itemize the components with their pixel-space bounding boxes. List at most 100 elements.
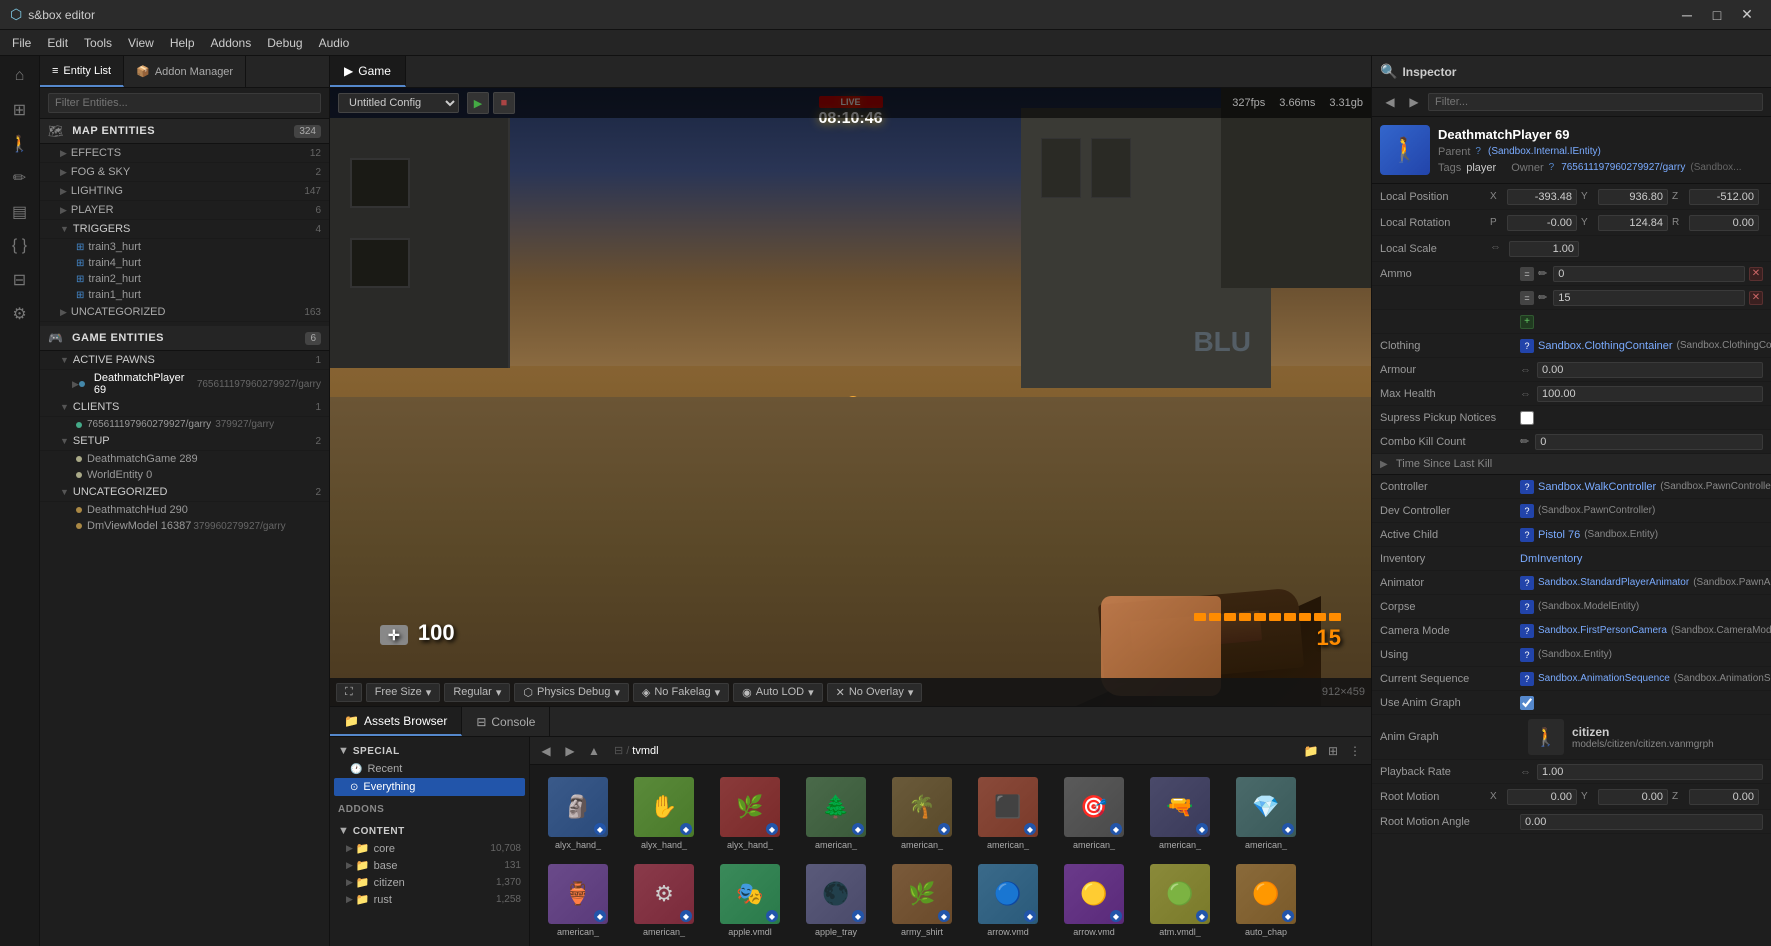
pencil-icon[interactable]: ✏: [1538, 291, 1547, 304]
asset-sidebar[interactable]: ▼ SPECIAL 🕐 Recent ⊙ Everything ADDONS: [330, 737, 530, 946]
pos-z-input[interactable]: [1689, 189, 1759, 205]
close-button[interactable]: ✕: [1733, 5, 1761, 25]
special-section[interactable]: ▼ SPECIAL: [330, 742, 529, 760]
category-active-pawns[interactable]: ▼ ACTIVE PAWNS 1: [40, 351, 329, 370]
pos-x-input[interactable]: [1507, 189, 1577, 205]
settings-icon[interactable]: ⚙: [4, 298, 36, 330]
expand-button[interactable]: ⛶: [336, 683, 362, 702]
filter-input[interactable]: [48, 93, 321, 113]
category-uncategorized-game[interactable]: ▼ UNCATEGORIZED 2: [40, 483, 329, 502]
rot-r-input[interactable]: [1689, 215, 1759, 231]
question-icon[interactable]: ?: [1475, 146, 1481, 157]
max-health-input[interactable]: [1537, 386, 1763, 402]
rm-x-input[interactable]: [1507, 789, 1577, 805]
ammo-input-1[interactable]: [1553, 290, 1745, 306]
list-item[interactable]: 🟢 ◆ atm.vmdl_: [1140, 860, 1220, 941]
owner-value[interactable]: 765611197960279927/garry: [1561, 162, 1685, 173]
category-setup[interactable]: ▼ SETUP 2: [40, 432, 329, 451]
play-button[interactable]: ▶: [467, 92, 489, 114]
rot-y-input[interactable]: [1598, 215, 1668, 231]
ammo-input-0[interactable]: [1553, 266, 1745, 282]
folder-view-button[interactable]: 📁: [1301, 741, 1321, 761]
question-icon[interactable]: ?: [1520, 648, 1534, 662]
entity-train3-hurt[interactable]: ⊞ train3_hurt: [40, 239, 329, 255]
list-item[interactable]: 🔵 ◆ arrow.vmd: [968, 860, 1048, 941]
list-item[interactable]: 🟡 ◆ arrow.vmd: [1054, 860, 1134, 941]
list-item[interactable]: 🌿 ◆ army_shirt: [882, 860, 962, 941]
armour-input[interactable]: [1537, 362, 1763, 378]
entity-list[interactable]: 🗺 MAP ENTITIES 324 ▶ EFFECTS 12 ▶ FOG & …: [40, 119, 329, 946]
list-item[interactable]: 🏺 ◆ american_: [538, 860, 618, 941]
rm-z-input[interactable]: [1689, 789, 1759, 805]
game-entities-header[interactable]: 🎮 GAME ENTITIES 6: [40, 326, 329, 351]
forward-button[interactable]: ▶: [560, 741, 580, 761]
person-icon[interactable]: 🚶: [4, 128, 36, 160]
list-item[interactable]: 🎭 ◆ apple.vmdl: [710, 860, 790, 941]
inspector-body[interactable]: Local Position X Y Z: [1372, 184, 1771, 946]
layers-icon[interactable]: ▤: [4, 196, 36, 228]
question-icon[interactable]: ?: [1520, 600, 1534, 614]
menu-edit[interactable]: Edit: [39, 34, 76, 52]
list-item[interactable]: 🌿 ◆ alyx_hand_: [710, 773, 790, 854]
list-item[interactable]: ⬛ ◆ american_: [968, 773, 1048, 854]
menu-view[interactable]: View: [120, 34, 162, 52]
inspector-filter[interactable]: [1428, 93, 1763, 111]
tab-addon-manager[interactable]: 📦 Addon Manager: [124, 56, 246, 87]
list-item[interactable]: ✋ ◆ alyx_hand_: [624, 773, 704, 854]
map-entities-header[interactable]: 🗺 MAP ENTITIES 324: [40, 119, 329, 144]
pencil-icon[interactable]: ✏: [1538, 267, 1547, 280]
maximize-button[interactable]: □: [1703, 5, 1731, 25]
entity-deathmatch-player-collapsed[interactable]: ▶ DeathmatchPlayer 69 765611197960279927…: [40, 370, 329, 398]
up-button[interactable]: ▲: [584, 741, 604, 761]
list-item[interactable]: 🟠 ◆ auto_chap: [1226, 860, 1306, 941]
category-fog-sky[interactable]: ▶ FOG & SKY 2: [40, 163, 329, 182]
category-uncategorized-map[interactable]: ▶ UNCATEGORIZED 163: [40, 303, 329, 322]
root-motion-angle-input[interactable]: [1520, 814, 1763, 830]
asset-grid[interactable]: 🗿 ◆ alyx_hand_ ✋ ◆ alyx_hand_ 🌿 ◆ alyx_h…: [530, 765, 1371, 946]
list-item[interactable]: 🔫 ◆ american_: [1140, 773, 1220, 854]
remove-button[interactable]: ✕: [1749, 267, 1763, 281]
no-fakelag-button[interactable]: ◈ No Fakelag ▾: [633, 683, 729, 702]
menu-debug[interactable]: Debug: [259, 34, 310, 52]
breadcrumb-item[interactable]: tvmdl: [632, 745, 658, 757]
question-icon[interactable]: ?: [1549, 162, 1555, 173]
content-section[interactable]: ▼ CONTENT: [330, 822, 529, 840]
remove-button[interactable]: ✕: [1749, 291, 1763, 305]
free-size-button[interactable]: Free Size ▾: [366, 683, 441, 702]
list-item[interactable]: 🌴 ◆ american_: [882, 773, 962, 854]
equals-icon[interactable]: =: [1520, 267, 1534, 281]
question-icon[interactable]: ?: [1520, 504, 1534, 518]
menu-addons[interactable]: Addons: [203, 34, 260, 52]
back-button[interactable]: ◀: [536, 741, 556, 761]
menu-file[interactable]: File: [4, 34, 39, 52]
equals-icon[interactable]: =: [1520, 291, 1534, 305]
entity-deathmatch-player[interactable]: DeathmatchPlayer 69 765611197960279927/g…: [79, 372, 321, 396]
home-icon[interactable]: ⌂: [4, 60, 36, 92]
use-anim-graph-checkbox[interactable]: [1520, 696, 1534, 710]
pos-y-input[interactable]: [1598, 189, 1668, 205]
asset-recent[interactable]: 🕐 Recent: [334, 760, 525, 778]
entity-icon[interactable]: ⊞: [4, 94, 36, 126]
section-time-since[interactable]: ▶ Time Since Last Kill: [1372, 454, 1771, 475]
add-button[interactable]: +: [1520, 315, 1534, 329]
asset-everything[interactable]: ⊙ Everything: [334, 778, 525, 796]
folder-citizen[interactable]: ▶ 📁 citizen 1,370: [330, 874, 529, 891]
question-icon[interactable]: ?: [1520, 480, 1534, 494]
category-lighting[interactable]: ▶ LIGHTING 147: [40, 182, 329, 201]
entity-deathmatch-hud[interactable]: DeathmatchHud 290: [40, 502, 329, 518]
folder-core[interactable]: ▶ 📁 core 10,708: [330, 840, 529, 857]
question-icon[interactable]: ?: [1520, 528, 1534, 542]
regular-button[interactable]: Regular ▾: [444, 683, 510, 702]
folder-base[interactable]: ▶ 📁 base 131: [330, 857, 529, 874]
tab-assets-browser[interactable]: 📁 Assets Browser: [330, 707, 462, 736]
category-player[interactable]: ▶ PLAYER 6: [40, 201, 329, 220]
code-icon[interactable]: { }: [4, 230, 36, 262]
entity-deathmatch-game[interactable]: DeathmatchGame 289: [40, 451, 329, 467]
question-icon[interactable]: ?: [1520, 672, 1534, 686]
category-clients[interactable]: ▼ CLIENTS 1: [40, 398, 329, 417]
stop-button[interactable]: ■: [493, 92, 515, 114]
category-effects[interactable]: ▶ EFFECTS 12: [40, 144, 329, 163]
tab-game[interactable]: ▶ Game: [330, 56, 406, 87]
auto-lod-button[interactable]: ◉ Auto LOD ▾: [733, 683, 822, 702]
pencil-icon[interactable]: ✏: [1520, 435, 1529, 448]
